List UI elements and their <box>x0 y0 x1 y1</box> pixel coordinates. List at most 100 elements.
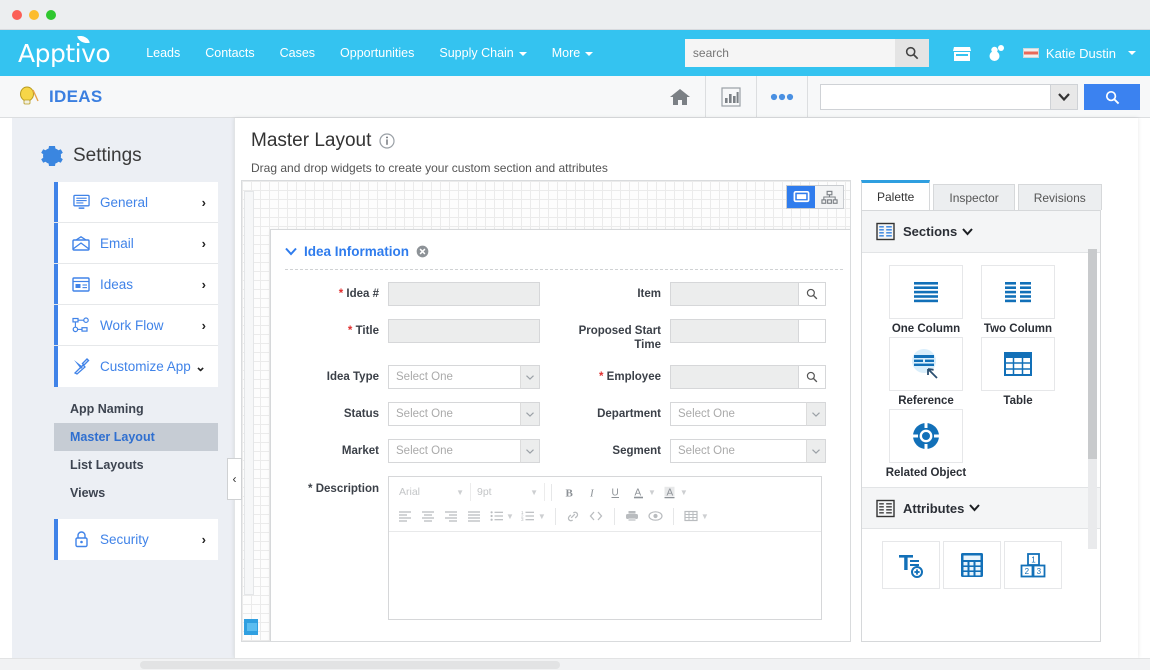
window-minimize-button[interactable] <box>29 10 39 20</box>
reports-icon[interactable] <box>706 76 756 118</box>
sidebar-subitem-master-layout[interactable]: Master Layout <box>54 423 218 451</box>
sidebar-item-security[interactable]: Security › <box>54 519 218 560</box>
tree-view-button[interactable] <box>815 186 843 208</box>
palette-item-text-field[interactable] <box>880 541 941 593</box>
sidebar-subitem-app-naming[interactable]: App Naming <box>54 395 218 423</box>
palette-item-calculator[interactable] <box>941 541 1002 593</box>
chevron-down-icon[interactable] <box>520 402 540 426</box>
palette-item-related-object[interactable]: Related Object <box>880 409 972 479</box>
form-section-card[interactable]: Idea Information * Idea # <box>270 229 851 642</box>
global-search-button[interactable] <box>895 39 929 67</box>
nav-link-more[interactable]: More <box>540 40 605 66</box>
market-select[interactable]: Select One <box>388 439 540 463</box>
sidebar-item-general[interactable]: General › <box>54 182 218 223</box>
chevron-down-icon[interactable]: ▼ <box>680 488 688 497</box>
store-icon[interactable] <box>945 38 979 68</box>
tab-revisions[interactable]: Revisions <box>1018 184 1102 210</box>
sidebar-subitem-views[interactable]: Views <box>54 479 218 507</box>
font-family-select[interactable]: Arial ▼ <box>393 483 471 501</box>
window-close-button[interactable] <box>12 10 22 20</box>
sidebar-item-customize-app[interactable]: Customize App ⌄ <box>54 346 218 387</box>
palette-item-number-blocks[interactable]: 1 2 3 <box>1002 541 1063 593</box>
sidebar-collapse-handle[interactable]: ‹ <box>227 458 242 500</box>
title-input[interactable] <box>388 319 540 343</box>
canvas-vertical-scrollbar[interactable] <box>244 191 254 595</box>
calendar-icon[interactable] <box>798 319 826 343</box>
desktop-view-button[interactable] <box>787 186 815 208</box>
apptivo-logo[interactable]: Apptivo <box>18 39 110 68</box>
chevron-down-icon[interactable] <box>1050 84 1078 110</box>
view-select-input[interactable] <box>820 84 1050 110</box>
palette-scrollbar[interactable] <box>1088 249 1097 549</box>
remove-icon[interactable] <box>416 245 429 258</box>
appbar-search-button[interactable] <box>1084 84 1140 110</box>
nav-link-opportunities[interactable]: Opportunities <box>328 40 426 66</box>
sidebar-item-ideas[interactable]: Ideas › <box>54 264 218 305</box>
nav-link-cases[interactable]: Cases <box>268 40 327 66</box>
sidebar-item-work-flow[interactable]: Work Flow › <box>54 305 218 346</box>
item-lookup-button[interactable] <box>798 282 826 306</box>
chevron-down-icon[interactable]: ▼ <box>538 512 546 521</box>
chevron-down-icon[interactable] <box>962 228 973 236</box>
align-center-icon[interactable] <box>416 506 439 526</box>
tab-palette[interactable]: Palette <box>861 180 930 210</box>
home-icon[interactable] <box>655 76 705 118</box>
palette-item-one-column[interactable]: One Column <box>880 265 972 335</box>
page-horizontal-scrollbar[interactable] <box>0 658 1150 670</box>
italic-icon[interactable]: I <box>581 482 604 502</box>
palette-item-reference[interactable]: Reference <box>880 337 972 407</box>
layout-canvas[interactable]: Idea Information * Idea # <box>241 180 851 642</box>
chevron-down-icon[interactable] <box>969 504 980 512</box>
chevron-down-icon[interactable]: ▼ <box>701 512 709 521</box>
description-textarea[interactable] <box>389 531 821 619</box>
employee-lookup-button[interactable] <box>798 365 826 389</box>
window-maximize-button[interactable] <box>46 10 56 20</box>
scrollbar-thumb[interactable] <box>140 661 560 669</box>
align-justify-icon[interactable] <box>462 506 485 526</box>
chevron-down-icon[interactable]: ▼ <box>506 512 514 521</box>
palette-item-table[interactable]: Table <box>972 337 1064 407</box>
highlight-color-icon[interactable]: A <box>659 482 682 502</box>
global-search-input[interactable] <box>685 39 895 67</box>
table-icon[interactable] <box>680 506 703 526</box>
chevron-down-icon[interactable]: ▼ <box>648 488 656 497</box>
preview-icon[interactable] <box>644 506 667 526</box>
font-color-icon[interactable]: A <box>627 482 650 502</box>
sidebar-item-email[interactable]: Email › <box>54 223 218 264</box>
scrollbar-thumb[interactable] <box>1088 249 1097 459</box>
underline-icon[interactable]: U <box>604 482 627 502</box>
palette-group-sections[interactable]: Sections <box>862 211 1100 253</box>
nav-link-contacts[interactable]: Contacts <box>193 40 266 66</box>
chevron-down-icon[interactable] <box>285 247 297 256</box>
align-left-icon[interactable] <box>393 506 416 526</box>
notifications-icon[interactable] <box>979 38 1013 68</box>
idea-number-input[interactable] <box>388 282 540 306</box>
numbered-list-icon[interactable]: 123 <box>517 506 540 526</box>
rich-text-editor[interactable]: Arial ▼ 9pt ▼ B <box>388 476 822 620</box>
tab-inspector[interactable]: Inspector <box>933 184 1014 210</box>
font-size-select[interactable]: 9pt ▼ <box>471 483 545 501</box>
status-select[interactable]: Select One <box>388 402 540 426</box>
chevron-down-icon[interactable] <box>520 439 540 463</box>
align-right-icon[interactable] <box>439 506 462 526</box>
link-icon[interactable] <box>562 506 585 526</box>
bold-icon[interactable]: B <box>558 482 581 502</box>
nav-link-leads[interactable]: Leads <box>134 40 192 66</box>
source-code-icon[interactable] <box>585 506 608 526</box>
palette-item-two-column[interactable]: Two Column <box>972 265 1064 335</box>
chevron-down-icon[interactable] <box>520 365 540 389</box>
chevron-down-icon[interactable] <box>806 402 826 426</box>
print-icon[interactable] <box>621 506 644 526</box>
idea-type-select[interactable]: Select One <box>388 365 540 389</box>
user-menu[interactable]: Katie Dustin <box>1023 46 1136 61</box>
palette-group-attributes[interactable]: Attributes <box>862 487 1100 529</box>
nav-link-supply-chain[interactable]: Supply Chain <box>427 40 538 66</box>
sidebar-subitem-list-layouts[interactable]: List Layouts <box>54 451 218 479</box>
bullet-list-icon[interactable] <box>485 506 508 526</box>
department-select[interactable]: Select One <box>670 402 826 426</box>
segment-select[interactable]: Select One <box>670 439 826 463</box>
chevron-down-icon[interactable] <box>806 439 826 463</box>
more-icon[interactable] <box>757 76 807 118</box>
info-icon[interactable] <box>379 133 395 149</box>
canvas-resize-handle[interactable] <box>244 619 258 635</box>
